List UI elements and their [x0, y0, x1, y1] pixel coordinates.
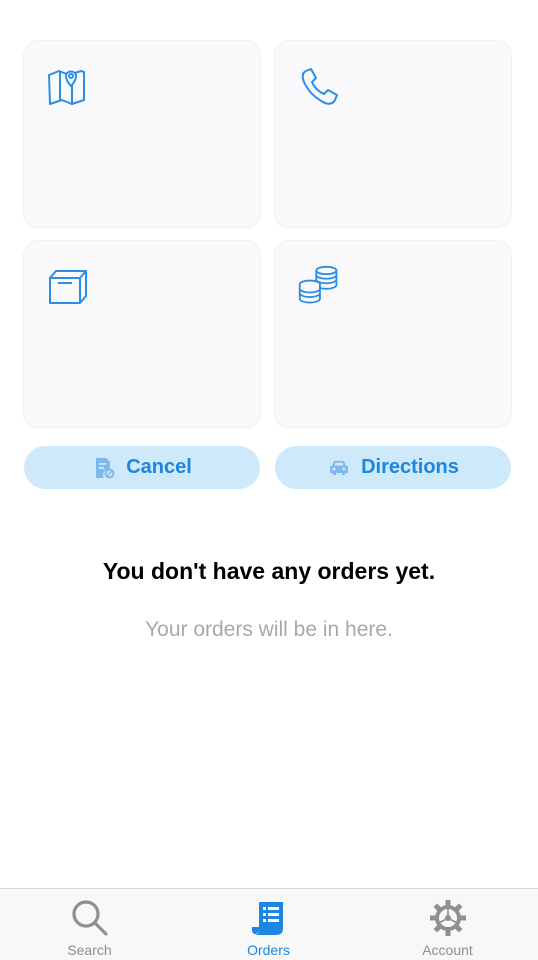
empty-state-subtitle: Your orders will be in here. — [145, 618, 393, 641]
phone-card[interactable] — [275, 41, 511, 227]
gear-icon — [429, 900, 466, 936]
package-card[interactable] — [24, 241, 260, 427]
tab-search-label: Search — [67, 942, 112, 958]
box-icon — [49, 270, 87, 304]
car-icon — [330, 460, 349, 475]
directions-label: Directions — [361, 456, 459, 478]
search-icon — [71, 900, 108, 936]
phone-icon — [301, 68, 338, 105]
tab-search[interactable]: Search — [0, 889, 179, 960]
cancel-label: Cancel — [126, 456, 192, 478]
empty-state-title: You don't have any orders yet. — [102, 558, 436, 584]
map-pin-icon — [48, 70, 85, 105]
receipt-icon — [251, 902, 283, 935]
tab-orders-label: Orders — [247, 942, 290, 958]
orders-screen: Cancel Directions You don't have any ord… — [0, 0, 538, 960]
tab-orders[interactable]: Orders — [179, 889, 358, 960]
tab-account[interactable]: Account — [358, 889, 537, 960]
cancel-document-icon — [96, 457, 115, 478]
cancel-button[interactable]: Cancel — [24, 446, 260, 489]
map-card[interactable] — [24, 41, 260, 227]
tab-account-label: Account — [422, 942, 473, 958]
payment-card[interactable] — [275, 241, 511, 427]
coins-icon — [298, 265, 338, 304]
directions-button[interactable]: Directions — [275, 446, 511, 489]
tab-bar: Search Orders Account — [0, 888, 538, 960]
